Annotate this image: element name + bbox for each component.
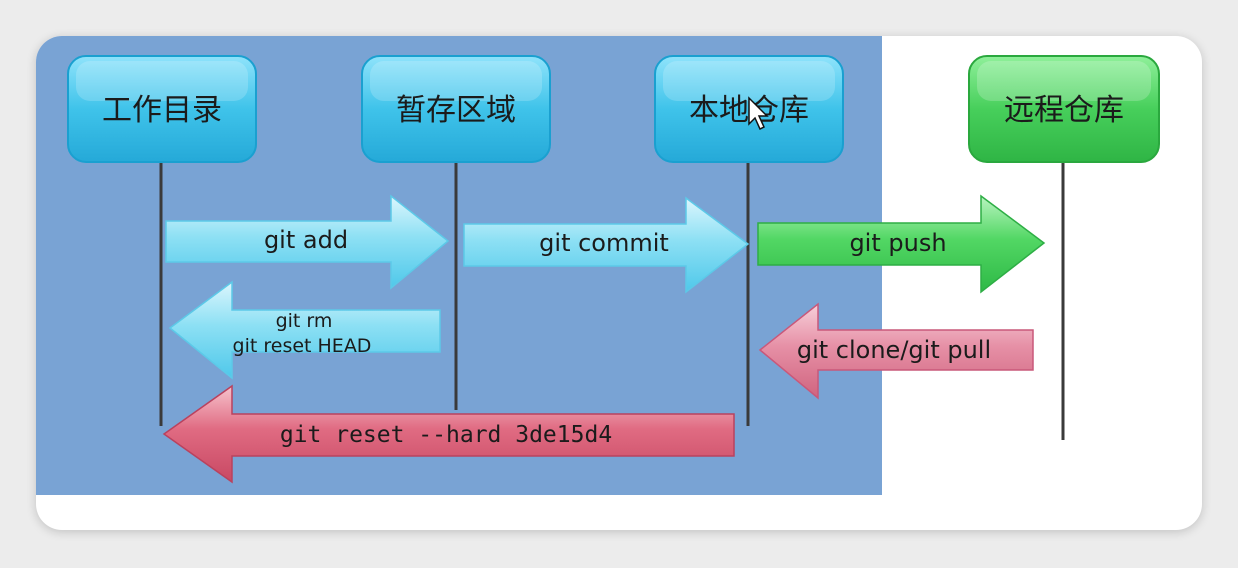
git-workflow-diagram: 工作目录 暂存区域 本地仓库 远程仓库 git add git commit — [67, 55, 1160, 484]
arrow-git-clone-pull: git clone/git pull — [758, 302, 1034, 400]
arrow-label-git-reset-head: git reset HEAD — [233, 335, 372, 357]
box-label-working-dir: 工作目录 — [102, 93, 222, 128]
diagram-card: 工作目录 暂存区域 本地仓库 远程仓库 git add git commit — [36, 36, 1202, 530]
box-label-remote-repo: 远程仓库 — [1004, 93, 1124, 128]
box-working-dir: 工作目录 — [67, 55, 257, 163]
arrow-label-git-clone-pull: git clone/git pull — [797, 336, 991, 364]
arrow-git-rm-reset-head: git rm git reset HEAD — [168, 280, 441, 380]
arrow-label-git-commit: git commit — [539, 229, 669, 257]
box-staging-area: 暂存区域 — [361, 55, 551, 163]
arrow-git-add: git add — [165, 194, 450, 290]
box-remote-repo: 远程仓库 — [968, 55, 1160, 163]
arrow-label-git-rm: git rm — [276, 310, 333, 332]
arrow-label-git-push: git push — [849, 229, 946, 257]
arrow-label-git-reset-hard: git reset --hard 3de15d4 — [280, 422, 612, 448]
arrow-git-push: git push — [757, 194, 1046, 294]
arrow-label-git-add: git add — [264, 226, 348, 254]
arrow-git-commit: git commit — [463, 196, 750, 294]
box-label-staging-area: 暂存区域 — [396, 93, 516, 128]
arrow-git-reset-hard: git reset --hard 3de15d4 — [162, 384, 735, 484]
